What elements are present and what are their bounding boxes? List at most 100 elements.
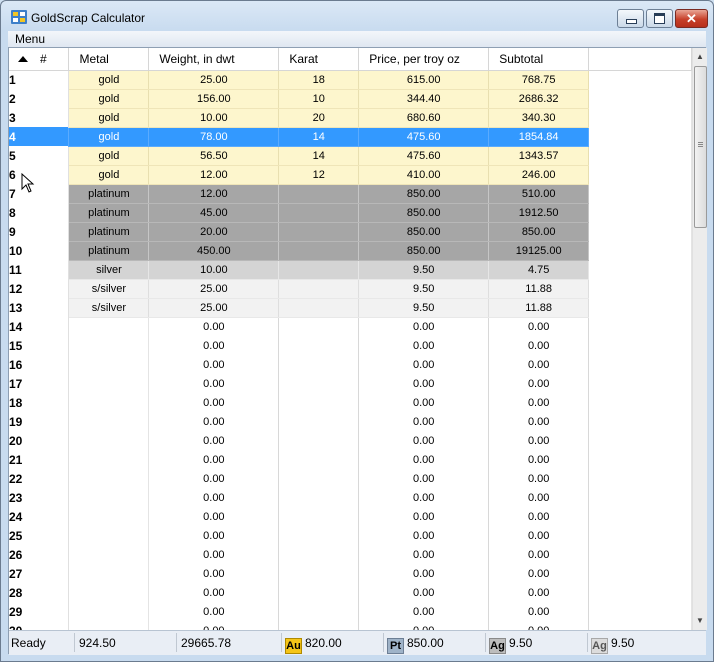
row-number-cell[interactable]: 6 xyxy=(9,165,70,184)
karat-cell[interactable] xyxy=(278,374,360,393)
karat-cell[interactable] xyxy=(278,279,360,299)
weight-cell[interactable]: 156.00 xyxy=(148,89,280,109)
subtotal-cell[interactable]: 340.30 xyxy=(488,108,590,128)
karat-cell[interactable]: 12 xyxy=(278,165,360,185)
metal-cell[interactable] xyxy=(68,488,150,507)
subtotal-cell[interactable]: 2686.32 xyxy=(488,89,590,109)
karat-cell[interactable] xyxy=(278,317,360,336)
price-cell[interactable]: 9.50 xyxy=(358,279,490,299)
weight-cell[interactable]: 0.00 xyxy=(148,507,280,526)
subtotal-cell[interactable]: 0.00 xyxy=(488,374,590,393)
karat-cell[interactable] xyxy=(278,545,360,564)
table-row[interactable]: 4 gold 78.00 14 475.60 1854.84 xyxy=(9,127,692,147)
karat-cell[interactable] xyxy=(278,431,360,450)
weight-cell[interactable]: 0.00 xyxy=(148,602,280,621)
karat-cell[interactable] xyxy=(278,488,360,507)
row-number-cell[interactable]: 25 xyxy=(9,526,70,545)
row-number-cell[interactable]: 20 xyxy=(9,431,70,450)
row-number-cell[interactable]: 8 xyxy=(9,203,70,222)
price-cell[interactable]: 850.00 xyxy=(358,184,490,204)
table-row[interactable]: 26 0.00 0.00 0.00 xyxy=(9,545,692,564)
row-number-cell[interactable]: 15 xyxy=(9,336,70,355)
subtotal-cell[interactable]: 0.00 xyxy=(488,431,590,450)
price-cell[interactable]: 0.00 xyxy=(358,317,490,336)
weight-cell[interactable]: 56.50 xyxy=(148,146,280,166)
weight-cell[interactable]: 0.00 xyxy=(148,469,280,488)
subtotal-cell[interactable]: 0.00 xyxy=(488,621,590,630)
karat-cell[interactable]: 20 xyxy=(278,108,360,128)
price-cell[interactable]: 475.60 xyxy=(358,146,490,166)
price-cell[interactable]: 0.00 xyxy=(358,621,490,630)
metal-cell[interactable]: platinum xyxy=(68,184,150,204)
metal-cell[interactable]: s/silver xyxy=(68,298,150,318)
metal-cell[interactable]: gold xyxy=(68,108,150,128)
subtotal-cell[interactable]: 510.00 xyxy=(488,184,590,204)
metal-cell[interactable] xyxy=(68,526,150,545)
subtotal-cell[interactable]: 0.00 xyxy=(488,317,590,336)
metal-cell[interactable]: gold xyxy=(68,89,150,109)
subtotal-cell[interactable]: 0.00 xyxy=(488,393,590,412)
row-number-cell[interactable]: 26 xyxy=(9,545,70,564)
row-number-cell[interactable]: 1 xyxy=(9,70,70,89)
row-number-cell[interactable]: 7 xyxy=(9,184,70,203)
karat-cell[interactable] xyxy=(278,222,360,242)
subtotal-cell[interactable]: 0.00 xyxy=(488,564,590,583)
karat-cell[interactable] xyxy=(278,412,360,431)
metal-cell[interactable] xyxy=(68,469,150,488)
table-row[interactable]: 13 s/silver 25.00 9.50 11.88 xyxy=(9,298,692,318)
table-row[interactable]: 7 platinum 12.00 850.00 510.00 xyxy=(9,184,692,204)
weight-cell[interactable]: 0.00 xyxy=(148,564,280,583)
table-row[interactable]: 23 0.00 0.00 0.00 xyxy=(9,488,692,507)
table-row[interactable]: 20 0.00 0.00 0.00 xyxy=(9,431,692,450)
karat-cell[interactable] xyxy=(278,564,360,583)
row-number-cell[interactable]: 13 xyxy=(9,298,70,317)
metal-cell[interactable] xyxy=(68,336,150,355)
row-number-cell[interactable]: 17 xyxy=(9,374,70,393)
table-row[interactable]: 28 0.00 0.00 0.00 xyxy=(9,583,692,602)
subtotal-cell[interactable]: 11.88 xyxy=(488,298,590,318)
weight-cell[interactable]: 450.00 xyxy=(148,241,280,261)
price-cell[interactable]: 410.00 xyxy=(358,165,490,185)
row-number-cell[interactable]: 10 xyxy=(9,241,70,260)
subtotal-cell[interactable]: 11.88 xyxy=(488,279,590,299)
karat-cell[interactable] xyxy=(278,583,360,602)
weight-cell[interactable]: 20.00 xyxy=(148,222,280,242)
close-button[interactable]: ✕ xyxy=(675,9,708,28)
price-cell[interactable]: 0.00 xyxy=(358,336,490,355)
metal-cell[interactable] xyxy=(68,450,150,469)
weight-cell[interactable]: 0.00 xyxy=(148,336,280,355)
price-cell[interactable]: 680.60 xyxy=(358,108,490,128)
metal-cell[interactable]: silver xyxy=(68,260,150,280)
column-header-subtotal[interactable]: Subtotal xyxy=(488,48,590,71)
weight-cell[interactable]: 78.00 xyxy=(148,127,280,147)
price-cell[interactable]: 0.00 xyxy=(358,469,490,488)
row-number-cell[interactable]: 22 xyxy=(9,469,70,488)
table-row[interactable]: 1 gold 25.00 18 615.00 768.75 xyxy=(9,70,692,90)
row-number-cell[interactable]: 23 xyxy=(9,488,70,507)
table-row[interactable]: 15 0.00 0.00 0.00 xyxy=(9,336,692,355)
metal-cell[interactable]: s/silver xyxy=(68,279,150,299)
subtotal-cell[interactable]: 0.00 xyxy=(488,469,590,488)
table-row[interactable]: 29 0.00 0.00 0.00 xyxy=(9,602,692,621)
price-cell[interactable]: 344.40 xyxy=(358,89,490,109)
weight-cell[interactable]: 0.00 xyxy=(148,526,280,545)
row-number-cell[interactable]: 12 xyxy=(9,279,70,298)
weight-cell[interactable]: 0.00 xyxy=(148,621,280,630)
row-number-cell[interactable]: 28 xyxy=(9,583,70,602)
metal-cell[interactable] xyxy=(68,621,150,630)
karat-cell[interactable] xyxy=(278,507,360,526)
metal-cell[interactable]: platinum xyxy=(68,203,150,223)
metal-cell[interactable]: gold xyxy=(68,165,150,185)
table-row[interactable]: 16 0.00 0.00 0.00 xyxy=(9,355,692,374)
weight-cell[interactable]: 10.00 xyxy=(148,260,280,280)
metal-cell[interactable]: platinum xyxy=(68,241,150,261)
subtotal-cell[interactable]: 0.00 xyxy=(488,355,590,374)
metal-cell[interactable] xyxy=(68,602,150,621)
price-cell[interactable]: 0.00 xyxy=(358,526,490,545)
subtotal-cell[interactable]: 768.75 xyxy=(488,70,590,90)
row-number-cell[interactable]: 21 xyxy=(9,450,70,469)
table-row[interactable]: 5 gold 56.50 14 475.60 1343.57 xyxy=(9,146,692,166)
karat-cell[interactable] xyxy=(278,184,360,204)
vertical-scrollbar[interactable]: ▲ ▼ xyxy=(692,48,707,630)
metal-cell[interactable] xyxy=(68,431,150,450)
